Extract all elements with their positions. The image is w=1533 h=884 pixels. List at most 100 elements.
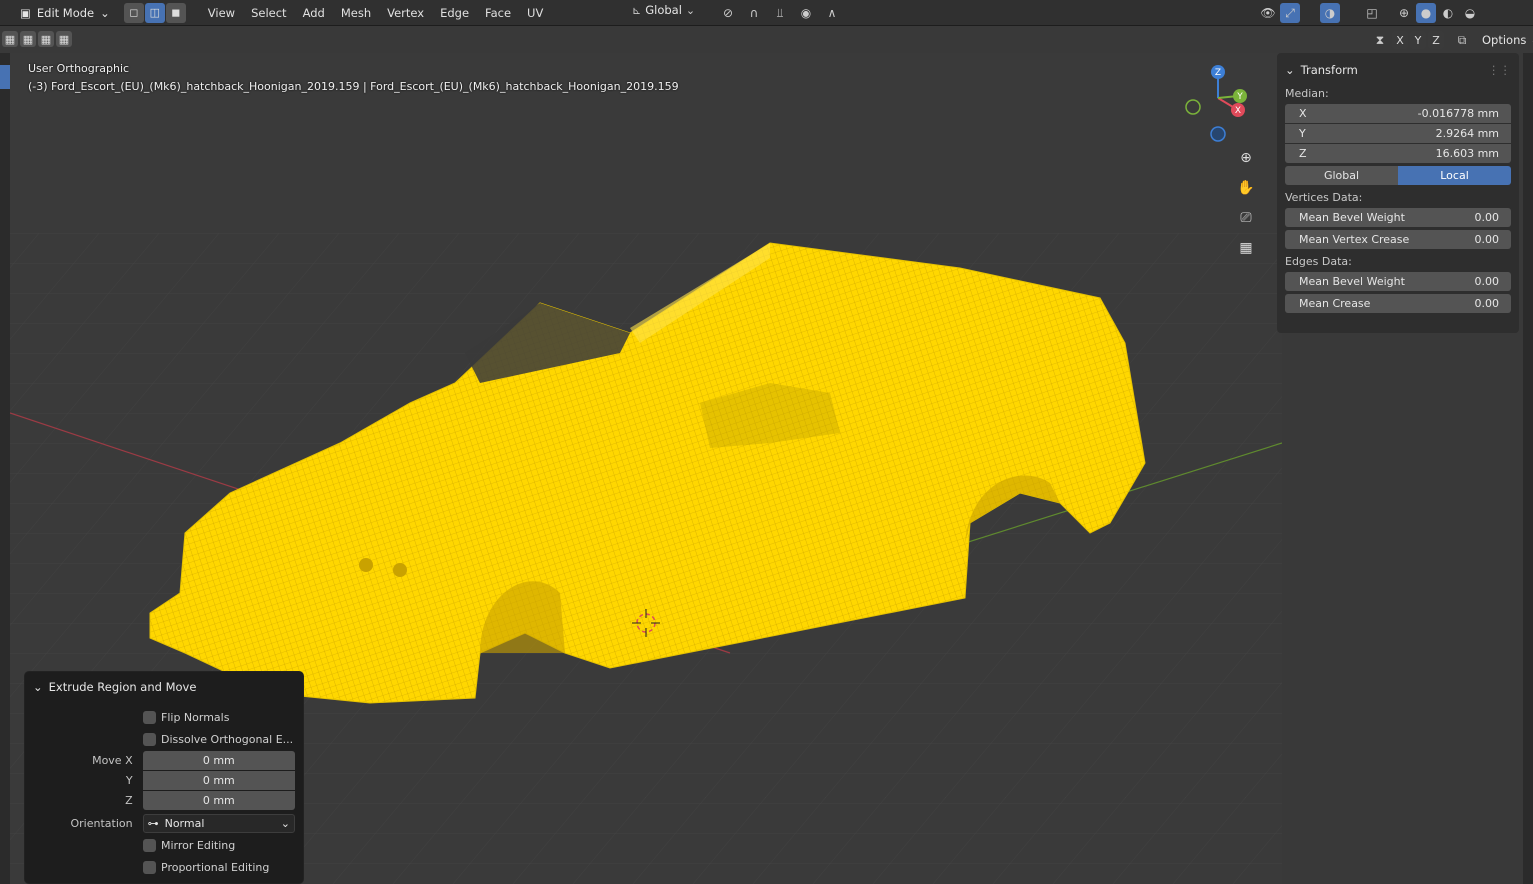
move-x-field[interactable]: 0 mm xyxy=(142,750,295,770)
flip-normals-label: Flip Normals xyxy=(161,710,230,724)
dissolve-checkbox[interactable] xyxy=(143,732,156,746)
proportional-editing-row[interactable]: Proportional Editing xyxy=(33,856,295,878)
vertex-crease-field[interactable]: Mean Vertex Crease 0.00 xyxy=(1285,230,1511,249)
vertex-crease-label: Mean Vertex Crease xyxy=(1299,233,1410,246)
xray-icon[interactable]: ◰ xyxy=(1362,3,1382,23)
median-z-field[interactable]: Z 16.603 mm xyxy=(1285,144,1511,163)
gizmo-toggle-icon[interactable]: ⤢ xyxy=(1280,3,1300,23)
last-operator-header[interactable]: ⌄ Extrude Region and Move xyxy=(33,676,295,698)
menu-face[interactable]: Face xyxy=(477,0,519,26)
options-label: Options xyxy=(1482,33,1527,47)
dissolve-label: Dissolve Orthogonal E... xyxy=(161,732,294,746)
mirror-editing-label: Mirror Editing xyxy=(161,838,236,852)
edges-data-label: Edges Data: xyxy=(1285,255,1352,268)
select-mode-group: ◻ ◫ ◼ xyxy=(123,2,186,23)
mirror-x-button[interactable]: X xyxy=(1392,31,1408,49)
orientation-label: Global xyxy=(645,3,682,17)
orientation-icon: ⊾ xyxy=(632,3,642,17)
select-intersect-icon[interactable]: ▦ xyxy=(56,31,72,47)
topology-mirror-icon[interactable]: ⧉ xyxy=(1452,31,1472,49)
falloff-icon[interactable]: ∧ xyxy=(822,3,842,23)
mirror-z-button[interactable]: Z xyxy=(1428,31,1444,49)
edge-crease-field[interactable]: Mean Crease 0.00 xyxy=(1285,294,1511,313)
rendered-shading-icon[interactable]: ◒ xyxy=(1460,3,1480,23)
move-z-field[interactable]: 0 mm xyxy=(142,790,295,810)
view-name: User Orthographic xyxy=(28,62,130,75)
median-y-field[interactable]: Y 2.9264 mm xyxy=(1285,124,1511,143)
edge-crease-label: Mean Crease xyxy=(1299,297,1371,310)
edge-select-button[interactable]: ◫ xyxy=(144,2,165,23)
flip-normals-checkbox[interactable] xyxy=(143,710,156,724)
snap-tools: ⊘ ∩ ⫫ ◉ ∧ xyxy=(718,3,842,23)
move-x-label: Move X xyxy=(92,753,133,767)
move-z-label: Z xyxy=(125,793,133,807)
pivot-icon[interactable]: ⊘ xyxy=(718,3,738,23)
select-tool-icon[interactable] xyxy=(0,65,10,89)
menu-view[interactable]: View xyxy=(200,0,243,26)
chevron-down-icon: ⌄ xyxy=(685,3,696,17)
mode-label: Edit Mode xyxy=(36,5,95,20)
mirror-editing-checkbox[interactable] xyxy=(143,838,156,852)
snap-target-icon[interactable]: ⫫ xyxy=(770,3,790,23)
chevron-down-icon: ⌄ xyxy=(100,5,110,20)
overlay-toggle-icon[interactable]: ◑ xyxy=(1320,3,1340,23)
face-select-button[interactable]: ◼ xyxy=(165,2,186,23)
material-shading-icon[interactable]: ◐ xyxy=(1438,3,1458,23)
select-extend-icon[interactable]: ▦ xyxy=(20,31,36,47)
median-z-value: 16.603 mm xyxy=(1435,147,1499,160)
menu-add[interactable]: Add xyxy=(295,0,333,26)
menu-uv[interactable]: UV xyxy=(519,0,551,26)
orientation-label: Orientation xyxy=(70,816,133,830)
solid-shading-icon[interactable]: ● xyxy=(1416,3,1436,23)
local-space-button[interactable]: Local xyxy=(1398,166,1511,185)
edge-bevel-weight-field[interactable]: Mean Bevel Weight 0.00 xyxy=(1285,272,1511,291)
perspective-toggle-icon[interactable]: ▦ xyxy=(1233,235,1259,261)
median-x-value: -0.016778 mm xyxy=(1417,107,1499,120)
move-y-label: Y xyxy=(125,773,133,787)
select-new-icon[interactable]: ▦ xyxy=(2,31,18,47)
move-y-row: Y 0 mm xyxy=(33,770,295,790)
gizmo-y-label: Y xyxy=(1236,92,1243,102)
sidebar-tabs xyxy=(1523,53,1533,884)
vertices-data-label: Vertices Data: xyxy=(1285,191,1363,204)
gizmo-z-label: Z xyxy=(1215,68,1221,78)
mirror-y-button[interactable]: Y xyxy=(1410,31,1426,49)
flip-normals-row[interactable]: Flip Normals xyxy=(33,706,295,728)
menu-mesh[interactable]: Mesh xyxy=(333,0,379,26)
vertex-select-button[interactable]: ◻ xyxy=(123,2,144,23)
transform-orientation-dropdown[interactable]: ⊾ Global ⌄ xyxy=(632,3,695,17)
last-operator-title: Extrude Region and Move xyxy=(48,680,197,694)
last-operator-panel: ⌄ Extrude Region and Move Flip Normals D… xyxy=(24,671,304,884)
menu-vertex[interactable]: Vertex xyxy=(379,0,432,26)
select-box-modes: ▦ ▦ ▦ ▦ xyxy=(2,31,72,47)
proportional-editing-checkbox[interactable] xyxy=(143,860,156,874)
mode-selector[interactable]: ▣ Edit Mode ⌄ xyxy=(14,3,116,23)
median-x-axis: X xyxy=(1299,107,1307,120)
snap-icon[interactable]: ∩ xyxy=(744,3,764,23)
proportional-edit-icon[interactable]: ◉ xyxy=(796,3,816,23)
move-y-field[interactable]: 0 mm xyxy=(142,770,295,790)
visibility-icon[interactable]: 👁 xyxy=(1258,3,1278,23)
menu-edge[interactable]: Edge xyxy=(432,0,477,26)
header-bar: ▣ Edit Mode ⌄ ◻ ◫ ◼ View Select Add Mesh… xyxy=(0,0,1533,26)
pan-hand-icon[interactable]: ✋ xyxy=(1233,175,1259,201)
wireframe-shading-icon[interactable]: ⊕ xyxy=(1394,3,1414,23)
select-subtract-icon[interactable]: ▦ xyxy=(38,31,54,47)
transform-panel-header[interactable]: ⌄ Transform ⋮⋮ xyxy=(1285,59,1511,81)
camera-view-icon[interactable]: ⎚ xyxy=(1233,205,1259,231)
vertex-bevel-weight-field[interactable]: Mean Bevel Weight 0.00 xyxy=(1285,208,1511,227)
mirror-icon: ⧗ xyxy=(1375,32,1385,47)
orientation-dropdown[interactable]: ⊶ Normal ⌄ xyxy=(142,813,295,833)
options-dropdown[interactable]: Options ⌄ xyxy=(1482,33,1533,47)
zoom-icon[interactable]: ⊕ xyxy=(1233,145,1259,171)
menu-select[interactable]: Select xyxy=(243,0,294,26)
vertex-bevel-weight-label: Mean Bevel Weight xyxy=(1299,211,1405,224)
median-x-field[interactable]: X -0.016778 mm xyxy=(1285,104,1511,123)
move-x-row: Move X 0 mm xyxy=(33,750,295,770)
move-z-row: Z 0 mm xyxy=(33,790,295,810)
mirror-editing-row[interactable]: Mirror Editing xyxy=(33,834,295,856)
left-toolbar xyxy=(0,53,10,884)
drag-handle-icon[interactable]: ⋮⋮ xyxy=(1488,63,1511,77)
global-space-button[interactable]: Global xyxy=(1285,166,1398,185)
dissolve-row[interactable]: Dissolve Orthogonal E... xyxy=(33,728,295,750)
